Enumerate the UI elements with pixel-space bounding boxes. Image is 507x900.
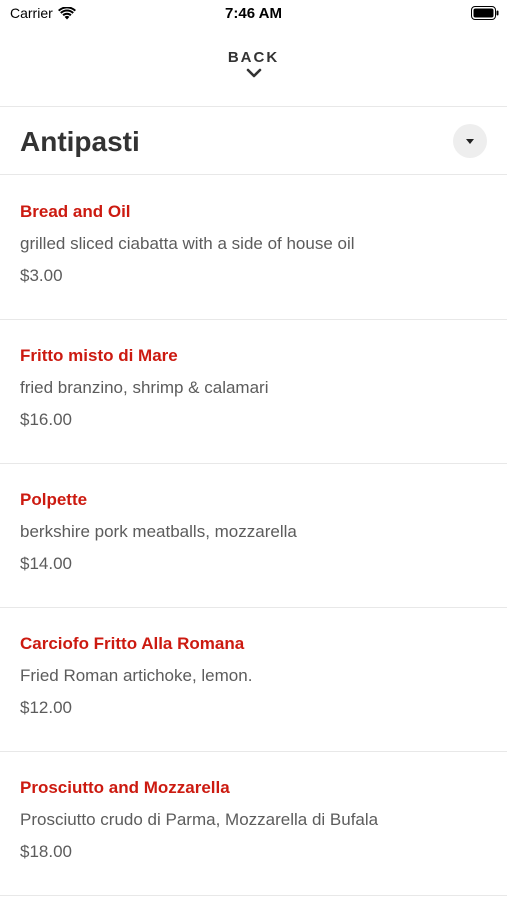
item-price: $3.00 bbox=[20, 266, 63, 285]
menu-item[interactable]: Polpette berkshire pork meatballs, mozza… bbox=[0, 464, 507, 608]
item-description: Prosciutto crudo di Parma, Mozzarella di… bbox=[20, 810, 379, 829]
menu-item[interactable]: Carciofo Fritto Alla Romana Fried Roman … bbox=[0, 608, 507, 752]
chevron-down-icon bbox=[246, 68, 261, 78]
section-divider bbox=[0, 174, 507, 175]
item-price: $14.00 bbox=[20, 554, 72, 573]
item-name: Bread and Oil bbox=[20, 202, 131, 221]
item-name: Fritto misto di Mare bbox=[20, 346, 178, 365]
item-name: Polpette bbox=[20, 490, 88, 509]
status-bar: Carrier 7:46 AM bbox=[0, 0, 507, 28]
menu-item[interactable]: Bread and Oil grilled sliced ciabatta wi… bbox=[0, 176, 507, 320]
menu-item[interactable]: Fritto misto di Mare fried branzino, shr… bbox=[0, 320, 507, 464]
caret-down-icon bbox=[466, 138, 474, 144]
section-dropdown-button[interactable] bbox=[453, 124, 487, 158]
menu-item[interactable]: Prosciutto and Mozzarella Prosciutto cru… bbox=[0, 752, 507, 896]
item-description: grilled sliced ciabatta with a side of h… bbox=[20, 234, 355, 253]
back-label: BACK bbox=[227, 49, 280, 66]
header-divider bbox=[0, 106, 507, 107]
back-button[interactable]: BACK bbox=[0, 40, 507, 96]
item-description: Fried Roman artichoke, lemon. bbox=[20, 666, 253, 685]
item-price: $16.00 bbox=[20, 410, 72, 429]
item-description: fried branzino, shrimp & calamari bbox=[20, 378, 269, 397]
item-price: $18.00 bbox=[20, 842, 72, 861]
section-header: Antipasti bbox=[0, 108, 507, 174]
battery-icon bbox=[471, 6, 499, 25]
item-description: berkshire pork meatballs, mozzarella bbox=[20, 522, 297, 541]
item-name: Carciofo Fritto Alla Romana bbox=[20, 634, 245, 653]
item-price: $12.00 bbox=[20, 698, 72, 717]
clock: 7:46 AM bbox=[225, 5, 282, 22]
section-title: Antipasti bbox=[20, 126, 140, 157]
menu-list: Bread and Oil grilled sliced ciabatta wi… bbox=[0, 176, 507, 896]
item-name: Prosciutto and Mozzarella bbox=[20, 778, 230, 797]
